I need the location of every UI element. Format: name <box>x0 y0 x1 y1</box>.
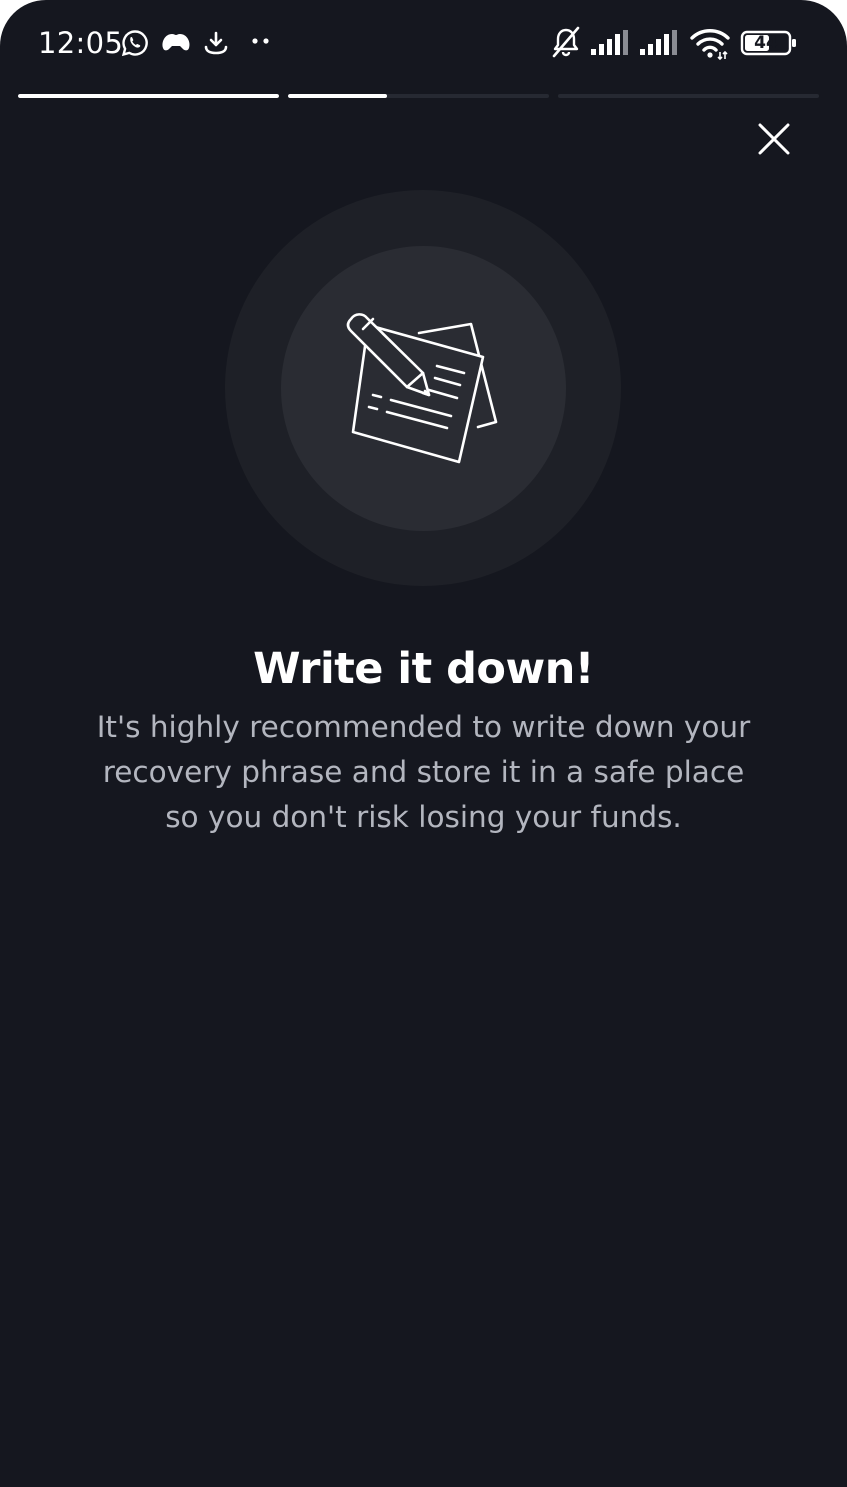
bell-off-icon <box>552 26 580 58</box>
close-button[interactable] <box>752 117 796 161</box>
status-time: 12:05 <box>38 26 124 60</box>
progress-segment-1 <box>18 94 279 98</box>
battery-icon: 44 <box>740 30 798 56</box>
signal-icon <box>640 30 677 55</box>
wifi-icon <box>690 29 730 60</box>
signal-icon <box>591 30 628 55</box>
whatsapp-icon <box>121 30 148 57</box>
description-line: so you don't risk losing your funds. <box>165 800 682 834</box>
download-icon <box>204 31 228 55</box>
screen: 12:05 44 Write it down! It's highly reco… <box>0 0 847 1487</box>
battery-level: 44 <box>754 33 778 53</box>
progress-fill <box>288 94 388 98</box>
progress-segment-3 <box>558 94 819 98</box>
progress-fill <box>18 94 279 98</box>
description: It's highly recommended to write down yo… <box>70 705 777 840</box>
more-dots-icon <box>252 38 269 44</box>
game-controller-icon <box>162 34 190 51</box>
notepad-pencil-icon <box>346 313 498 464</box>
description-line: It's highly recommended to write down yo… <box>96 710 751 744</box>
page-title: Write it down! <box>253 644 594 694</box>
description-line: recovery phrase and store it in a safe p… <box>102 755 745 789</box>
close-icon <box>758 123 790 155</box>
status-bar: 12:05 44 <box>0 0 847 84</box>
progress-segment-2 <box>288 94 549 98</box>
